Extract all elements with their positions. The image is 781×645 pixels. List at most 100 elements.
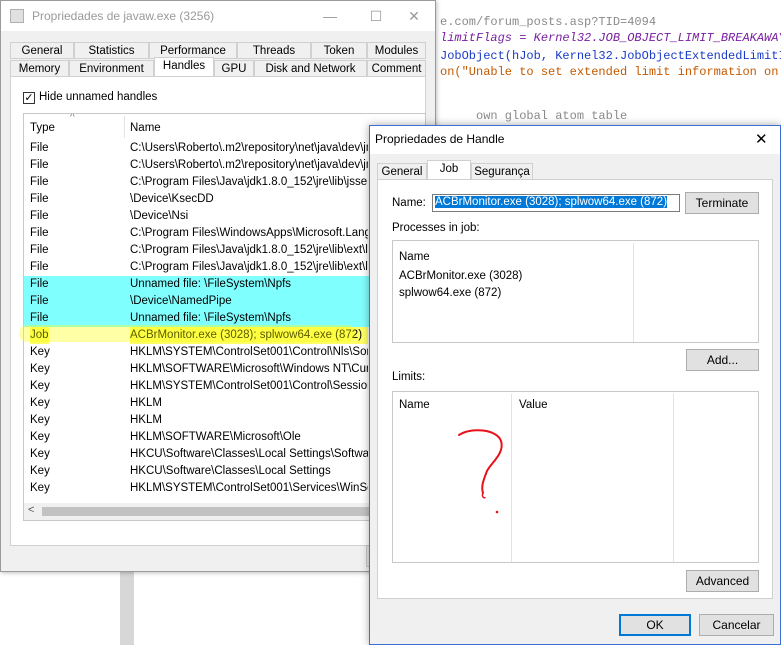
row-name: \Device\KsecDD (130, 193, 214, 205)
list-item[interactable]: splwow64.exe (872) (399, 287, 501, 299)
tab-comment[interactable]: Comment (367, 60, 426, 77)
tab-disk-and-network[interactable]: Disk and Network (254, 60, 367, 77)
row-type: Key (30, 363, 50, 375)
limits-value-header[interactable]: Value (519, 399, 548, 411)
row-type: Key (30, 448, 50, 460)
name-field[interactable]: ACBrMonitor.exe (3028); splwow64.exe (87… (432, 194, 680, 212)
row-type: File (30, 193, 49, 205)
dialog-title-bar: Propriedades de Handle ✕ (370, 126, 780, 154)
code-line-2: limitFlags = Kernel32.JOB_OBJECT_LIMIT_B… (440, 31, 781, 45)
column-name-header[interactable]: Name (130, 122, 161, 134)
code-line-4: on("Unable to set extended limit informa… (440, 65, 781, 79)
row-name: C:\Program Files\Java\jdk1.8.0_152\jre\l… (130, 244, 368, 256)
advanced-button[interactable]: Advanced (686, 570, 759, 592)
dialog-tab-general[interactable]: General (377, 163, 427, 180)
row-type: Key (30, 431, 50, 443)
horizontal-scrollbar[interactable]: < (24, 503, 425, 520)
row-type: Key (30, 380, 50, 392)
limits-name-header[interactable]: Name (399, 399, 430, 411)
tab-memory[interactable]: Memory (10, 60, 69, 77)
row-type: Key (30, 346, 50, 358)
row-type: File (30, 142, 49, 154)
row-type: File (30, 278, 49, 290)
minimize-icon[interactable]: — (307, 1, 353, 31)
table-row[interactable]: Key HKCU\Software\Classes\Local Settings (24, 463, 425, 480)
table-row[interactable]: Key HKLM\SYSTEM\ControlSet001\Services\Wi… (24, 480, 425, 497)
table-row[interactable]: File C:\Program Files\WindowsApps\Microso… (24, 225, 425, 242)
ok-button[interactable]: OK (619, 614, 691, 636)
row-name: C:\Program Files\Java\jdk1.8.0_152\jre\l… (130, 176, 368, 188)
table-row[interactable]: File C:\Users\Roberto\.m2\repository\net\… (24, 157, 425, 174)
add-button[interactable]: Add... (686, 349, 759, 371)
row-type: File (30, 227, 49, 239)
title-bar: Propriedades de javaw.exe (3256) — ☐ ✕ (1, 1, 435, 31)
row-type: Key (30, 397, 50, 409)
row-name: HKLM\SYSTEM\ControlSet001\Control\Sessio… (130, 380, 368, 392)
dialog-tab-security[interactable]: Segurança (471, 163, 533, 180)
question-mark-scribble-icon (458, 429, 503, 514)
table-row[interactable]: Key HKLM\SOFTWARE\Microsoft\Ole (24, 429, 425, 446)
dialog-tab-job[interactable]: Job (427, 160, 471, 180)
hide-unnamed-label: Hide unnamed handles (39, 91, 158, 103)
table-row[interactable]: File C:\Program Files\Java\jdk1.8.0_152\j… (24, 174, 425, 191)
row-name: HKLM\SYSTEM\ControlSet001\Services\WinSo… (130, 482, 368, 494)
row-name: Unnamed file: \FileSystem\Npfs (130, 278, 292, 290)
tab-environment[interactable]: Environment (69, 60, 154, 77)
table-row[interactable]: Key HKCU\Software\Classes\Local Settings\… (24, 446, 425, 463)
table-row[interactable]: File \Device\Nsi (24, 208, 425, 225)
table-row[interactable]: File Unnamed file: \FileSystem\Npfs (24, 276, 425, 293)
name-label: Name: (392, 197, 426, 209)
list-item[interactable]: ACBrMonitor.exe (3028) (399, 270, 522, 282)
row-type: File (30, 295, 49, 307)
processes-name-header[interactable]: Name (399, 251, 430, 263)
tab-gpu[interactable]: GPU (214, 60, 254, 77)
row-name: HKLM (130, 414, 162, 426)
limits-list: Name Value (392, 391, 759, 563)
column-type-header[interactable]: Type (30, 122, 55, 134)
list-header: Type ^ Name (24, 114, 425, 140)
tab-statistics[interactable]: Statistics (74, 42, 149, 59)
limits-label: Limits: (392, 371, 426, 383)
scroll-left-icon[interactable]: < (28, 504, 34, 516)
name-field-value: ACBrMonitor.exe (3028); splwow64.exe (87… (435, 196, 668, 208)
handle-properties-dialog: Propriedades de Handle ✕ General Job Seg… (369, 125, 781, 645)
close-icon[interactable]: ✕ (391, 1, 437, 31)
hide-unnamed-checkbox[interactable]: ✓ (23, 92, 35, 104)
table-row[interactable]: Key HKLM (24, 395, 425, 412)
row-type: Key (30, 465, 50, 477)
tab-general[interactable]: General (10, 42, 74, 59)
row-name: \Device\Nsi (130, 210, 189, 222)
scrollbar-thumb[interactable] (42, 507, 372, 516)
table-row[interactable]: File C:\Program Files\Java\jdk1.8.0_152\j… (24, 242, 425, 259)
row-type: File (30, 159, 49, 171)
row-name: HKCU\Software\Classes\Local Settings (130, 465, 331, 477)
row-name: C:\Program Files\WindowsApps\Microsoft.L… (130, 227, 368, 239)
highlighter-mark (19, 325, 355, 342)
table-row[interactable]: File C:\Program Files\Java\jdk1.8.0_152\j… (24, 259, 425, 276)
dialog-close-icon[interactable]: ✕ (755, 130, 768, 148)
column-separator[interactable] (124, 116, 125, 138)
tab-threads[interactable]: Threads (237, 42, 311, 59)
table-row[interactable]: Key HKLM\SYSTEM\ControlSet001\Control\Ses… (24, 378, 425, 395)
tab-modules[interactable]: Modules (367, 42, 426, 59)
row-type: File (30, 244, 49, 256)
processes-column-separator (633, 243, 634, 342)
row-type: Key (30, 482, 50, 494)
table-row[interactable]: File C:\Users\Roberto\.m2\repository\net\… (24, 140, 425, 157)
limits-column-separator-2 (673, 394, 674, 562)
row-name: C:\Users\Roberto\.m2\repository\net\java… (130, 159, 368, 171)
terminate-button[interactable]: Terminate (685, 192, 759, 214)
row-name: \Device\NamedPipe (130, 295, 232, 307)
table-row[interactable]: Key HKLM\SOFTWARE\Microsoft\Windows NT\Cu… (24, 361, 425, 378)
table-row[interactable]: File \Device\NamedPipe (24, 293, 425, 310)
cancel-button[interactable]: Cancelar (699, 614, 774, 636)
background-code-editor: e.com/forum_posts.asp?TID=4094 limitFlag… (440, 0, 781, 140)
table-row[interactable]: Key HKLM\SYSTEM\ControlSet001\Control\Nls… (24, 344, 425, 361)
code-line-1: e.com/forum_posts.asp?TID=4094 (440, 15, 657, 29)
tab-token[interactable]: Token (311, 42, 367, 59)
processes-label: Processes in job: (392, 222, 480, 234)
tab-handles[interactable]: Handles (154, 57, 214, 77)
table-row[interactable]: File \Device\KsecDD (24, 191, 425, 208)
table-row[interactable]: Key HKLM (24, 412, 425, 429)
sort-arrow-icon: ^ (70, 113, 75, 123)
